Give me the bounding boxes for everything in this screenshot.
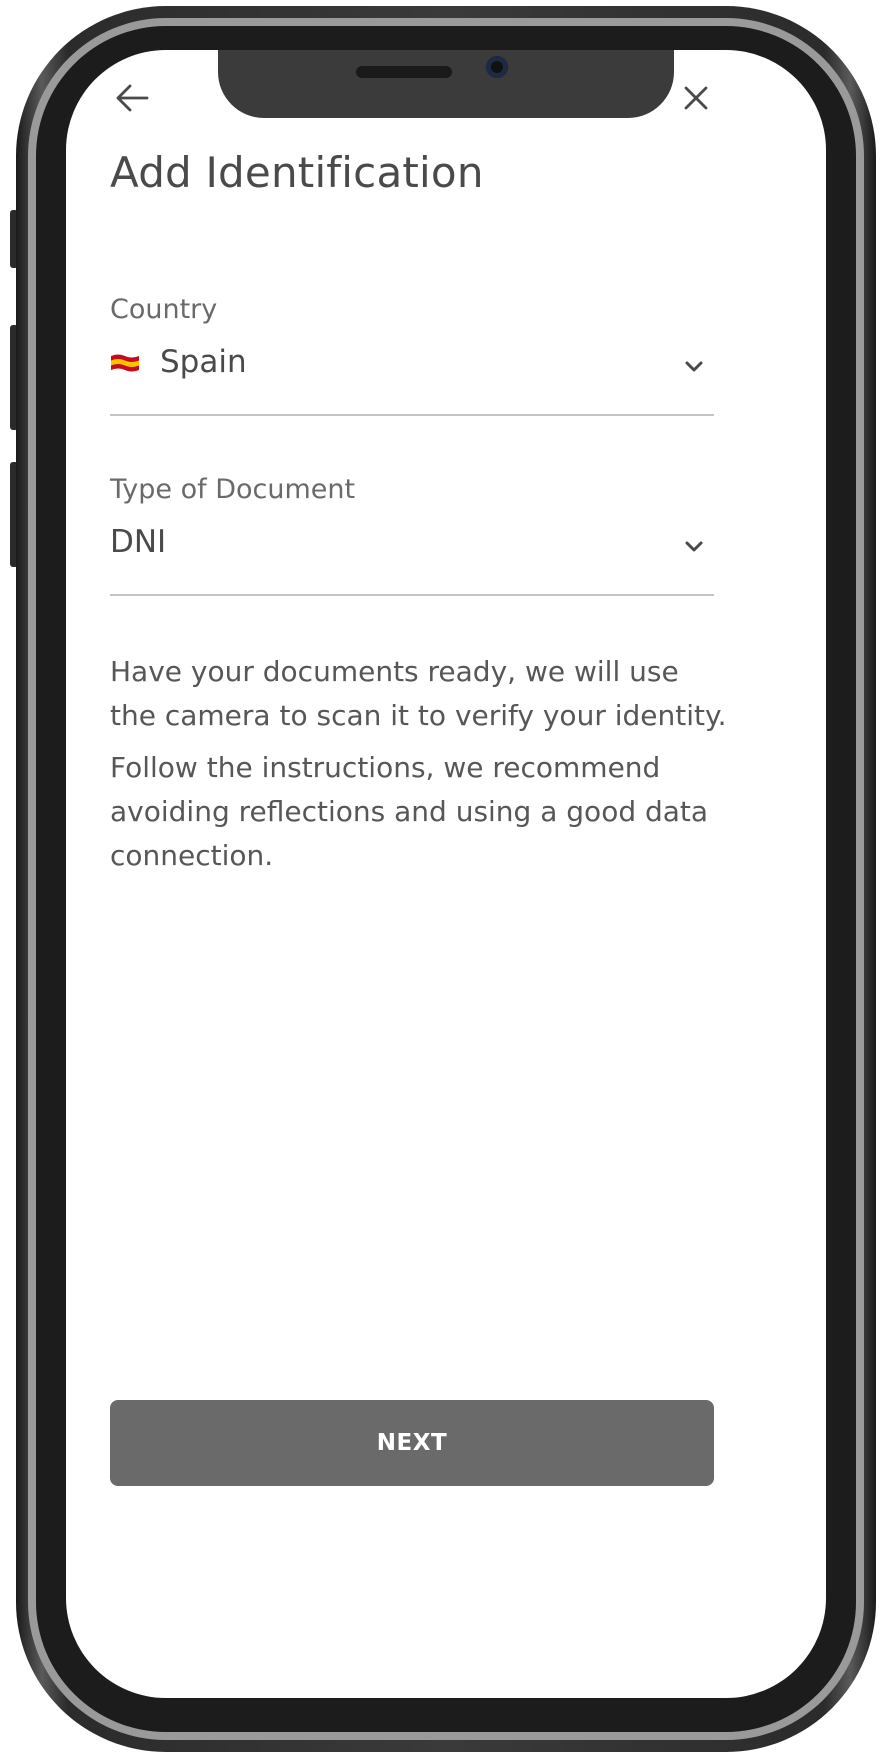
notch — [218, 50, 674, 118]
country-label: Country — [110, 294, 218, 325]
country-value: Spain — [160, 344, 247, 380]
instructions-text: Have your documents ready, we will use t… — [110, 650, 730, 886]
arrow-left-icon — [116, 84, 149, 112]
country-value-row: Spain — [110, 344, 247, 380]
chevron-down-icon — [685, 361, 703, 372]
next-button[interactable]: NEXT — [110, 1400, 714, 1486]
chevron-down-icon — [685, 541, 703, 552]
instructions-paragraph: Follow the instructions, we recommend av… — [110, 751, 709, 872]
instructions-paragraph: Have your documents ready, we will use t… — [110, 655, 727, 732]
spain-flag-icon — [111, 354, 139, 372]
close-icon — [684, 86, 708, 110]
page-title: Add Identification — [110, 148, 484, 197]
speaker-grille — [356, 66, 452, 78]
document-type-value: DNI — [110, 524, 167, 560]
phone-screen: Add Identification Country Spain Type of… — [66, 50, 826, 1698]
back-button[interactable] — [108, 74, 156, 122]
front-camera — [486, 56, 508, 78]
country-select[interactable]: Country Spain — [110, 294, 714, 416]
document-type-label: Type of Document — [110, 474, 356, 505]
close-button[interactable] — [672, 74, 720, 122]
document-type-select[interactable]: Type of Document DNI — [110, 474, 714, 596]
app-stage: Add Identification Country Spain Type of… — [0, 0, 887, 1752]
